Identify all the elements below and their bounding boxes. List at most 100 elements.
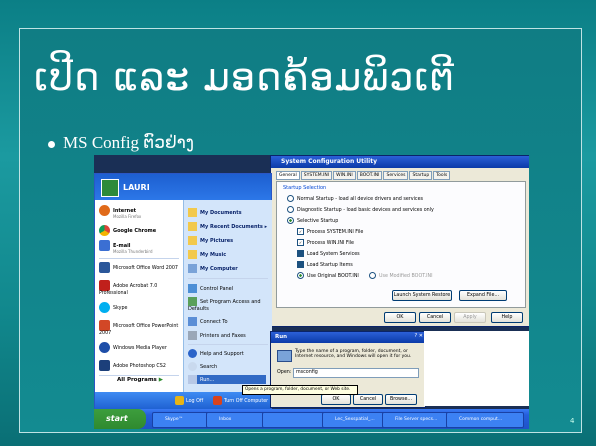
printers-and-faxes-link[interactable]: Printers and Faxes — [188, 331, 246, 340]
cancel-button[interactable]: Cancel — [419, 312, 451, 323]
control-panel-link[interactable]: Control Panel — [188, 284, 233, 293]
start-item-powerpoint[interactable]: Microsoft Office PowerPoint 2007 — [99, 320, 179, 336]
load-startup-items-checkbox[interactable]: Load Startup Items — [297, 261, 353, 268]
run-link[interactable]: Run... — [188, 375, 266, 384]
printer-icon — [188, 331, 197, 340]
load-system-services-checkbox[interactable]: Load System Services — [297, 250, 360, 257]
start-item-internet[interactable]: Internet Mozilla Firefox — [99, 205, 141, 219]
start-item-skype[interactable]: Skype — [99, 302, 128, 313]
arrow-right-icon: ▶ — [158, 377, 163, 383]
tab-boot-ini[interactable]: BOOT.INI — [356, 171, 383, 180]
help-button[interactable]: Help — [491, 312, 523, 323]
run-title-controls: ? ✕ — [415, 333, 423, 339]
my-documents-label: My Documents — [200, 210, 242, 216]
powerpoint-icon — [99, 320, 110, 331]
all-programs-label: All Programs — [117, 377, 157, 383]
start-item-title: Skype — [113, 306, 128, 311]
task-file-server[interactable]: File Server specs... — [382, 412, 456, 428]
help-and-support-link[interactable]: Help and Support — [188, 349, 244, 358]
load-system-services-label: Load System Services — [307, 252, 360, 257]
expand-file-button[interactable]: Expand File... — [459, 290, 507, 301]
folder-icon — [188, 222, 197, 231]
start-button[interactable]: start — [94, 409, 146, 429]
set-program-access-link[interactable]: Set Program Access and Defaults — [188, 297, 268, 312]
open-input[interactable]: msconfig — [293, 368, 419, 378]
connect-to-label: Connect To — [200, 319, 228, 325]
use-original-boot-ini-radio[interactable]: Use Original BOOT.INI — [297, 272, 359, 279]
set-program-access-label: Set Program Access and Defaults — [188, 299, 261, 312]
search-icon — [188, 362, 197, 371]
tab-system-ini[interactable]: SYSTEM.INI — [300, 171, 333, 180]
my-recent-documents-label: My Recent Documents — [200, 224, 263, 230]
launch-system-restore-button[interactable]: Launch System Restore — [392, 290, 452, 301]
msconfig-titlebar[interactable]: System Configuration Utility — [271, 156, 529, 168]
my-music-label: My Music — [200, 252, 227, 258]
start-item-media-player[interactable]: Windows Media Player — [99, 342, 167, 353]
printers-and-faxes-label: Printers and Faxes — [200, 333, 246, 339]
use-modified-boot-ini-label: Use Modified BOOT.INI — [379, 274, 433, 279]
search-link[interactable]: Search — [188, 362, 217, 371]
tab-win-ini[interactable]: WIN.INI — [333, 171, 356, 180]
load-startup-items-label: Load Startup Items — [307, 263, 353, 268]
my-computer-label: My Computer — [200, 266, 238, 272]
divider — [99, 258, 179, 259]
my-recent-documents-link[interactable]: My Recent Documents ▸ — [188, 222, 267, 231]
log-off-button[interactable]: Log Off — [175, 396, 203, 405]
run-icon — [277, 350, 292, 362]
start-item-photoshop[interactable]: Adobe Photoshop CS2 — [99, 360, 166, 371]
checkbox-filled-icon — [297, 261, 304, 268]
start-item-google-chrome[interactable]: Google Chrome — [99, 225, 156, 236]
my-pictures-label: My Pictures — [200, 238, 234, 244]
start-item-word[interactable]: Microsoft Office Word 2007 — [99, 262, 178, 273]
browse-button[interactable]: Browse... — [385, 394, 417, 405]
connect-to-link[interactable]: Connect To — [188, 317, 228, 326]
thunderbird-icon — [99, 240, 110, 251]
control-panel-icon — [188, 284, 197, 293]
control-panel-label: Control Panel — [200, 286, 234, 292]
firefox-icon — [99, 205, 110, 216]
radio-icon — [369, 272, 376, 279]
start-item-email[interactable]: E-mail Mozilla Thunderbird — [99, 240, 153, 254]
diagnostic-startup-label: Diagnostic Startup - load basic devices … — [297, 208, 434, 213]
tab-general[interactable]: General — [276, 171, 300, 180]
open-label: Open: — [277, 370, 292, 375]
all-programs-button[interactable]: All Programs ▶ — [117, 377, 163, 383]
run-dialog: Run ? ✕ Type the name of a program, fold… — [270, 331, 426, 408]
help-icon[interactable]: ? — [415, 333, 418, 339]
run-titlebar[interactable]: Run — [271, 332, 425, 343]
start-menu: LAURI Internet Mozilla Firefox Google Chr… — [94, 173, 272, 411]
radio-selected-icon — [287, 217, 294, 224]
start-item-title: Adobe Photoshop CS2 — [113, 364, 166, 369]
search-label: Search — [200, 364, 218, 370]
my-pictures-link[interactable]: My Pictures — [188, 236, 233, 245]
diagnostic-startup-radio[interactable]: Diagnostic Startup - load basic devices … — [287, 206, 434, 213]
selective-startup-radio[interactable]: Selective Startup — [287, 217, 338, 224]
process-win-ini-checkbox[interactable]: ✓ Process WIN.INI File — [297, 239, 354, 246]
use-modified-boot-ini-radio[interactable]: Use Modified BOOT.INI — [369, 272, 433, 279]
tab-services[interactable]: Services — [383, 171, 409, 180]
divider — [188, 278, 268, 279]
tab-tools[interactable]: Tools — [433, 171, 451, 180]
radio-icon — [287, 195, 294, 202]
start-item-acrobat[interactable]: Adobe Acrobat 7.0 Professional — [99, 280, 179, 296]
log-off-label: Log Off — [186, 399, 204, 404]
startup-selection-label: Startup Selection — [283, 185, 327, 191]
turn-off-button[interactable]: Turn Off Computer — [213, 396, 268, 405]
normal-startup-radio[interactable]: Normal Startup - load all device drivers… — [287, 195, 423, 202]
run-label: Run... — [200, 377, 215, 383]
process-system-ini-checkbox[interactable]: ✓ Process SYSTEM.INI File — [297, 228, 363, 235]
slide-title: ເປີດ ແລະ ມອດຄ້ອມພິວເຕີ — [34, 55, 456, 99]
tab-startup[interactable]: Startup — [409, 171, 433, 180]
apply-button[interactable]: Apply — [454, 312, 486, 323]
run-ok-button[interactable]: OK — [321, 394, 351, 405]
ok-button[interactable]: OK — [384, 312, 416, 323]
start-item-title: Windows Media Player — [113, 346, 167, 351]
run-cancel-button[interactable]: Cancel — [353, 394, 383, 405]
selective-startup-label: Selective Startup — [297, 219, 339, 224]
start-item-title: Google Chrome — [113, 228, 157, 234]
my-computer-link[interactable]: My Computer — [188, 264, 238, 273]
task-common-comput[interactable]: Common comput... — [446, 412, 524, 428]
my-music-link[interactable]: My Music — [188, 250, 226, 259]
close-icon[interactable]: ✕ — [419, 333, 423, 339]
my-documents-link[interactable]: My Documents — [188, 208, 242, 217]
